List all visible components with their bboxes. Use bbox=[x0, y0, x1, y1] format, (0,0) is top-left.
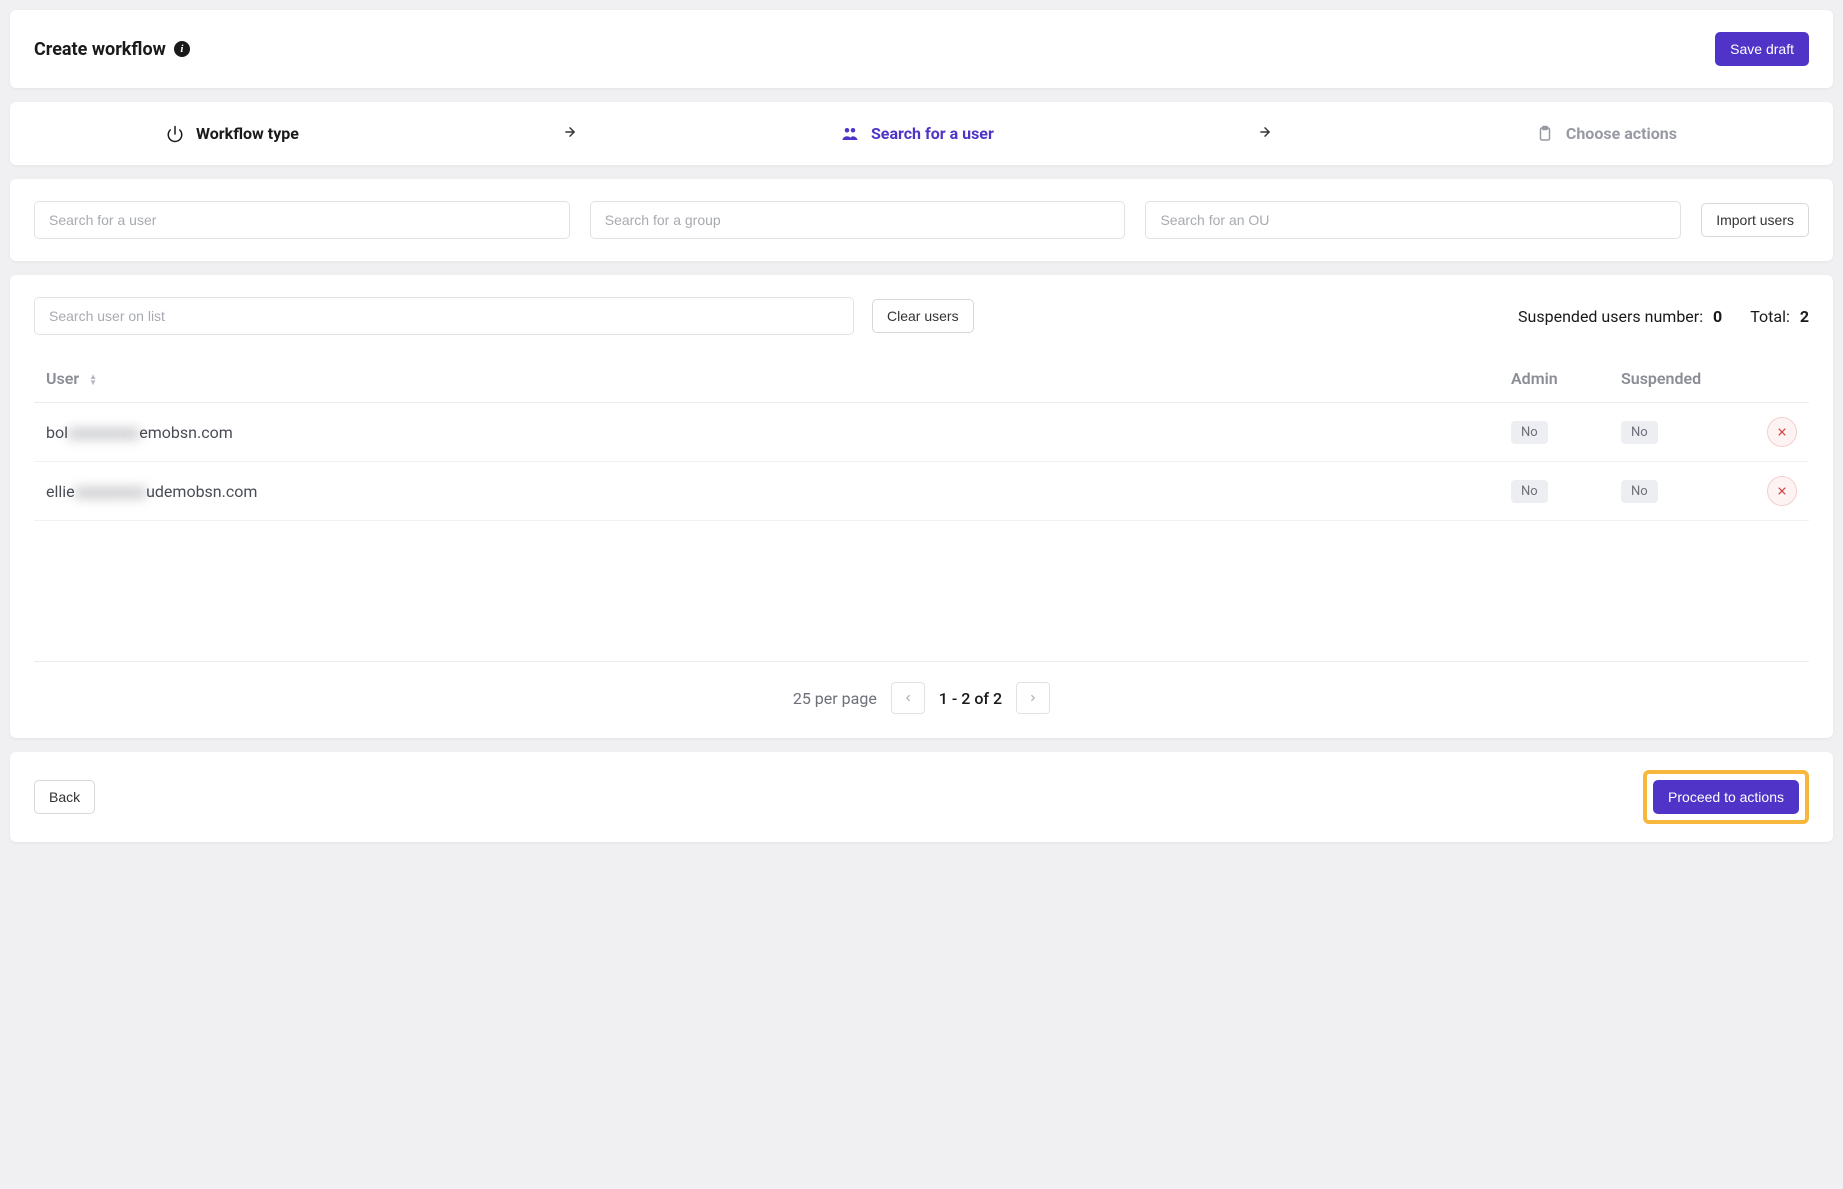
sort-icon: ▲▼ bbox=[89, 374, 97, 386]
total-count: Total: 2 bbox=[1750, 307, 1809, 326]
per-page-label[interactable]: 25 per page bbox=[793, 689, 877, 708]
email-prefix: ellie bbox=[46, 482, 75, 501]
step-search-user[interactable]: Search for a user bbox=[841, 124, 994, 143]
page-title: Create workflow bbox=[34, 39, 166, 60]
user-email-cell: elliexxxxxxxxxudemobsn.com bbox=[34, 462, 1499, 521]
step-workflow-type[interactable]: Workflow type bbox=[166, 124, 299, 143]
prev-page-button[interactable] bbox=[891, 682, 925, 714]
proceed-highlight: Proceed to actions bbox=[1643, 770, 1809, 824]
column-header-remove bbox=[1739, 355, 1809, 403]
back-button[interactable]: Back bbox=[34, 780, 95, 814]
search-ou-input[interactable] bbox=[1145, 201, 1681, 239]
email-suffix: udemobsn.com bbox=[146, 482, 257, 501]
search-on-list-input[interactable] bbox=[34, 297, 854, 335]
remove-user-button[interactable] bbox=[1767, 476, 1797, 506]
step-choose-actions[interactable]: Choose actions bbox=[1536, 124, 1677, 143]
users-stats: Suspended users number: 0 Total: 2 bbox=[1518, 307, 1809, 326]
table-row: bolxxxxxxxxxemobsn.com No No bbox=[34, 403, 1809, 462]
power-icon bbox=[166, 125, 184, 143]
user-email-cell: bolxxxxxxxxxemobsn.com bbox=[34, 403, 1499, 462]
people-icon bbox=[841, 125, 859, 143]
header-bar: Create workflow i Save draft bbox=[10, 10, 1833, 88]
page-title-wrap: Create workflow i bbox=[34, 39, 190, 60]
users-table: User ▲▼ Admin Suspended bolxxxxxxxxxemob… bbox=[34, 355, 1809, 521]
save-draft-button[interactable]: Save draft bbox=[1715, 32, 1809, 66]
import-users-button[interactable]: Import users bbox=[1701, 203, 1809, 237]
email-hidden: xxxxxxxxx bbox=[68, 423, 139, 442]
suspended-label: Suspended users number: bbox=[1518, 307, 1703, 326]
clipboard-icon bbox=[1536, 125, 1554, 143]
suspended-badge: No bbox=[1621, 480, 1658, 503]
step-label: Workflow type bbox=[196, 124, 299, 143]
search-group-input[interactable] bbox=[590, 201, 1126, 239]
remove-user-button[interactable] bbox=[1767, 417, 1797, 447]
admin-badge: No bbox=[1511, 421, 1548, 444]
close-icon bbox=[1777, 486, 1787, 496]
total-value: 2 bbox=[1800, 307, 1809, 326]
page-range: 1 - 2 of 2 bbox=[939, 689, 1002, 708]
arrow-right-icon bbox=[1258, 124, 1272, 143]
step-label: Search for a user bbox=[871, 124, 994, 143]
close-icon bbox=[1777, 427, 1787, 437]
column-header-suspended: Suspended bbox=[1609, 355, 1739, 403]
admin-badge: No bbox=[1511, 480, 1548, 503]
chevron-left-icon bbox=[903, 693, 913, 703]
table-row: elliexxxxxxxxxudemobsn.com No No bbox=[34, 462, 1809, 521]
suspended-count: Suspended users number: 0 bbox=[1518, 307, 1722, 326]
next-page-button[interactable] bbox=[1016, 682, 1050, 714]
total-label: Total: bbox=[1750, 307, 1790, 326]
search-filters: Import users bbox=[10, 179, 1833, 261]
footer-bar: Back Proceed to actions bbox=[10, 752, 1833, 842]
col-user-label: User bbox=[46, 369, 79, 388]
chevron-right-icon bbox=[1028, 693, 1038, 703]
pagination: 25 per page 1 - 2 of 2 bbox=[34, 661, 1809, 738]
email-suffix: emobsn.com bbox=[139, 423, 232, 442]
users-top-bar: Clear users Suspended users number: 0 To… bbox=[34, 297, 1809, 335]
email-prefix: bol bbox=[46, 423, 68, 442]
suspended-value: 0 bbox=[1713, 307, 1722, 326]
info-icon[interactable]: i bbox=[174, 41, 190, 57]
step-label: Choose actions bbox=[1566, 124, 1677, 143]
proceed-to-actions-button[interactable]: Proceed to actions bbox=[1653, 780, 1799, 814]
clear-users-button[interactable]: Clear users bbox=[872, 299, 974, 333]
workflow-steps: Workflow type Search for a user Choose a… bbox=[10, 102, 1833, 165]
arrow-right-icon bbox=[563, 124, 577, 143]
users-panel: Clear users Suspended users number: 0 To… bbox=[10, 275, 1833, 738]
column-header-user[interactable]: User ▲▼ bbox=[34, 355, 1499, 403]
column-header-admin: Admin bbox=[1499, 355, 1609, 403]
email-hidden: xxxxxxxxx bbox=[75, 482, 146, 501]
suspended-badge: No bbox=[1621, 421, 1658, 444]
search-user-input[interactable] bbox=[34, 201, 570, 239]
